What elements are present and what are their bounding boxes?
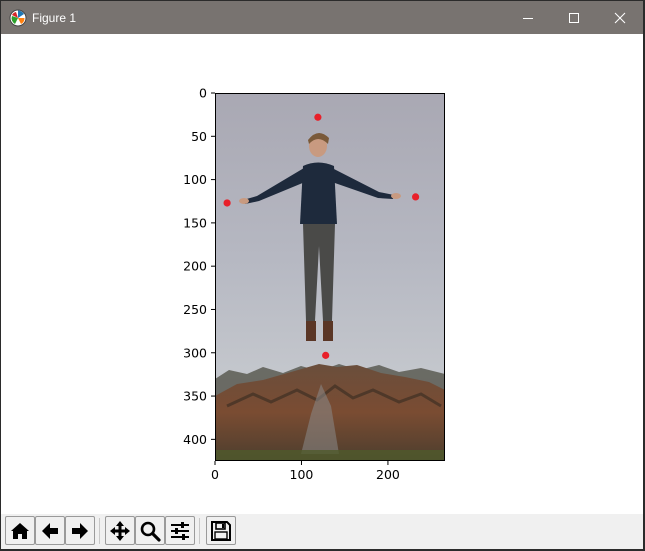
y-tick-label: 150: [183, 215, 207, 230]
close-icon: [614, 12, 626, 23]
zoom-button[interactable]: [135, 516, 165, 545]
title-bar[interactable]: Figure 1: [1, 1, 643, 34]
figure-window: Figure 1 0 50 100 150 200 250 300 350 40…: [1, 1, 643, 549]
back-button[interactable]: [35, 516, 65, 545]
home-icon: [11, 522, 29, 539]
toolbar-separator: [199, 518, 200, 544]
forward-icon: [72, 522, 88, 539]
y-tick-label: 50: [191, 129, 207, 144]
back-icon: [42, 522, 58, 539]
matplotlib-icon: [9, 9, 27, 27]
y-tick-label: 350: [183, 389, 207, 404]
y-tick-label: 250: [183, 302, 207, 317]
save-button[interactable]: [206, 516, 236, 545]
scatter-point: [412, 193, 420, 201]
x-axis: 0 100 200: [211, 461, 400, 482]
figure-canvas[interactable]: 0 50 100 150 200 250 300 350 400 0 100 200: [1, 34, 643, 514]
y-tick-label: 400: [183, 432, 207, 447]
navigation-toolbar: [1, 514, 643, 549]
home-button[interactable]: [5, 516, 35, 545]
close-button[interactable]: [597, 1, 643, 34]
y-tick-label: 0: [199, 86, 207, 101]
pan-icon: [110, 520, 130, 541]
minimize-button[interactable]: [505, 1, 551, 34]
y-axis: 0 50 100 150 200 250 300 350 400: [183, 86, 215, 447]
x-tick-label: 200: [376, 467, 400, 482]
toolbar-separator: [99, 518, 100, 544]
zoom-icon: [140, 521, 161, 542]
minimize-icon: [523, 17, 533, 19]
x-tick-label: 0: [211, 467, 219, 482]
y-tick-label: 300: [183, 345, 207, 360]
scatter-point: [314, 113, 322, 121]
y-tick-label: 100: [183, 172, 207, 187]
configure-subplots-button[interactable]: [165, 516, 195, 545]
y-tick-label: 200: [183, 259, 207, 274]
scatter-point: [322, 351, 330, 359]
window-title: Figure 1: [32, 11, 77, 25]
pan-button[interactable]: [105, 516, 135, 545]
maximize-icon: [569, 12, 579, 23]
scatter-point: [223, 199, 231, 207]
save-icon: [211, 520, 231, 541]
grass-strip: [215, 450, 445, 461]
plot-figure: 0 50 100 150 200 250 300 350 400 0 100 200: [183, 86, 445, 482]
image-layer: [215, 93, 445, 461]
forward-button[interactable]: [65, 516, 95, 545]
configure-subplots-icon: [171, 521, 189, 540]
maximize-button[interactable]: [551, 1, 597, 34]
x-tick-label: 100: [290, 467, 314, 482]
